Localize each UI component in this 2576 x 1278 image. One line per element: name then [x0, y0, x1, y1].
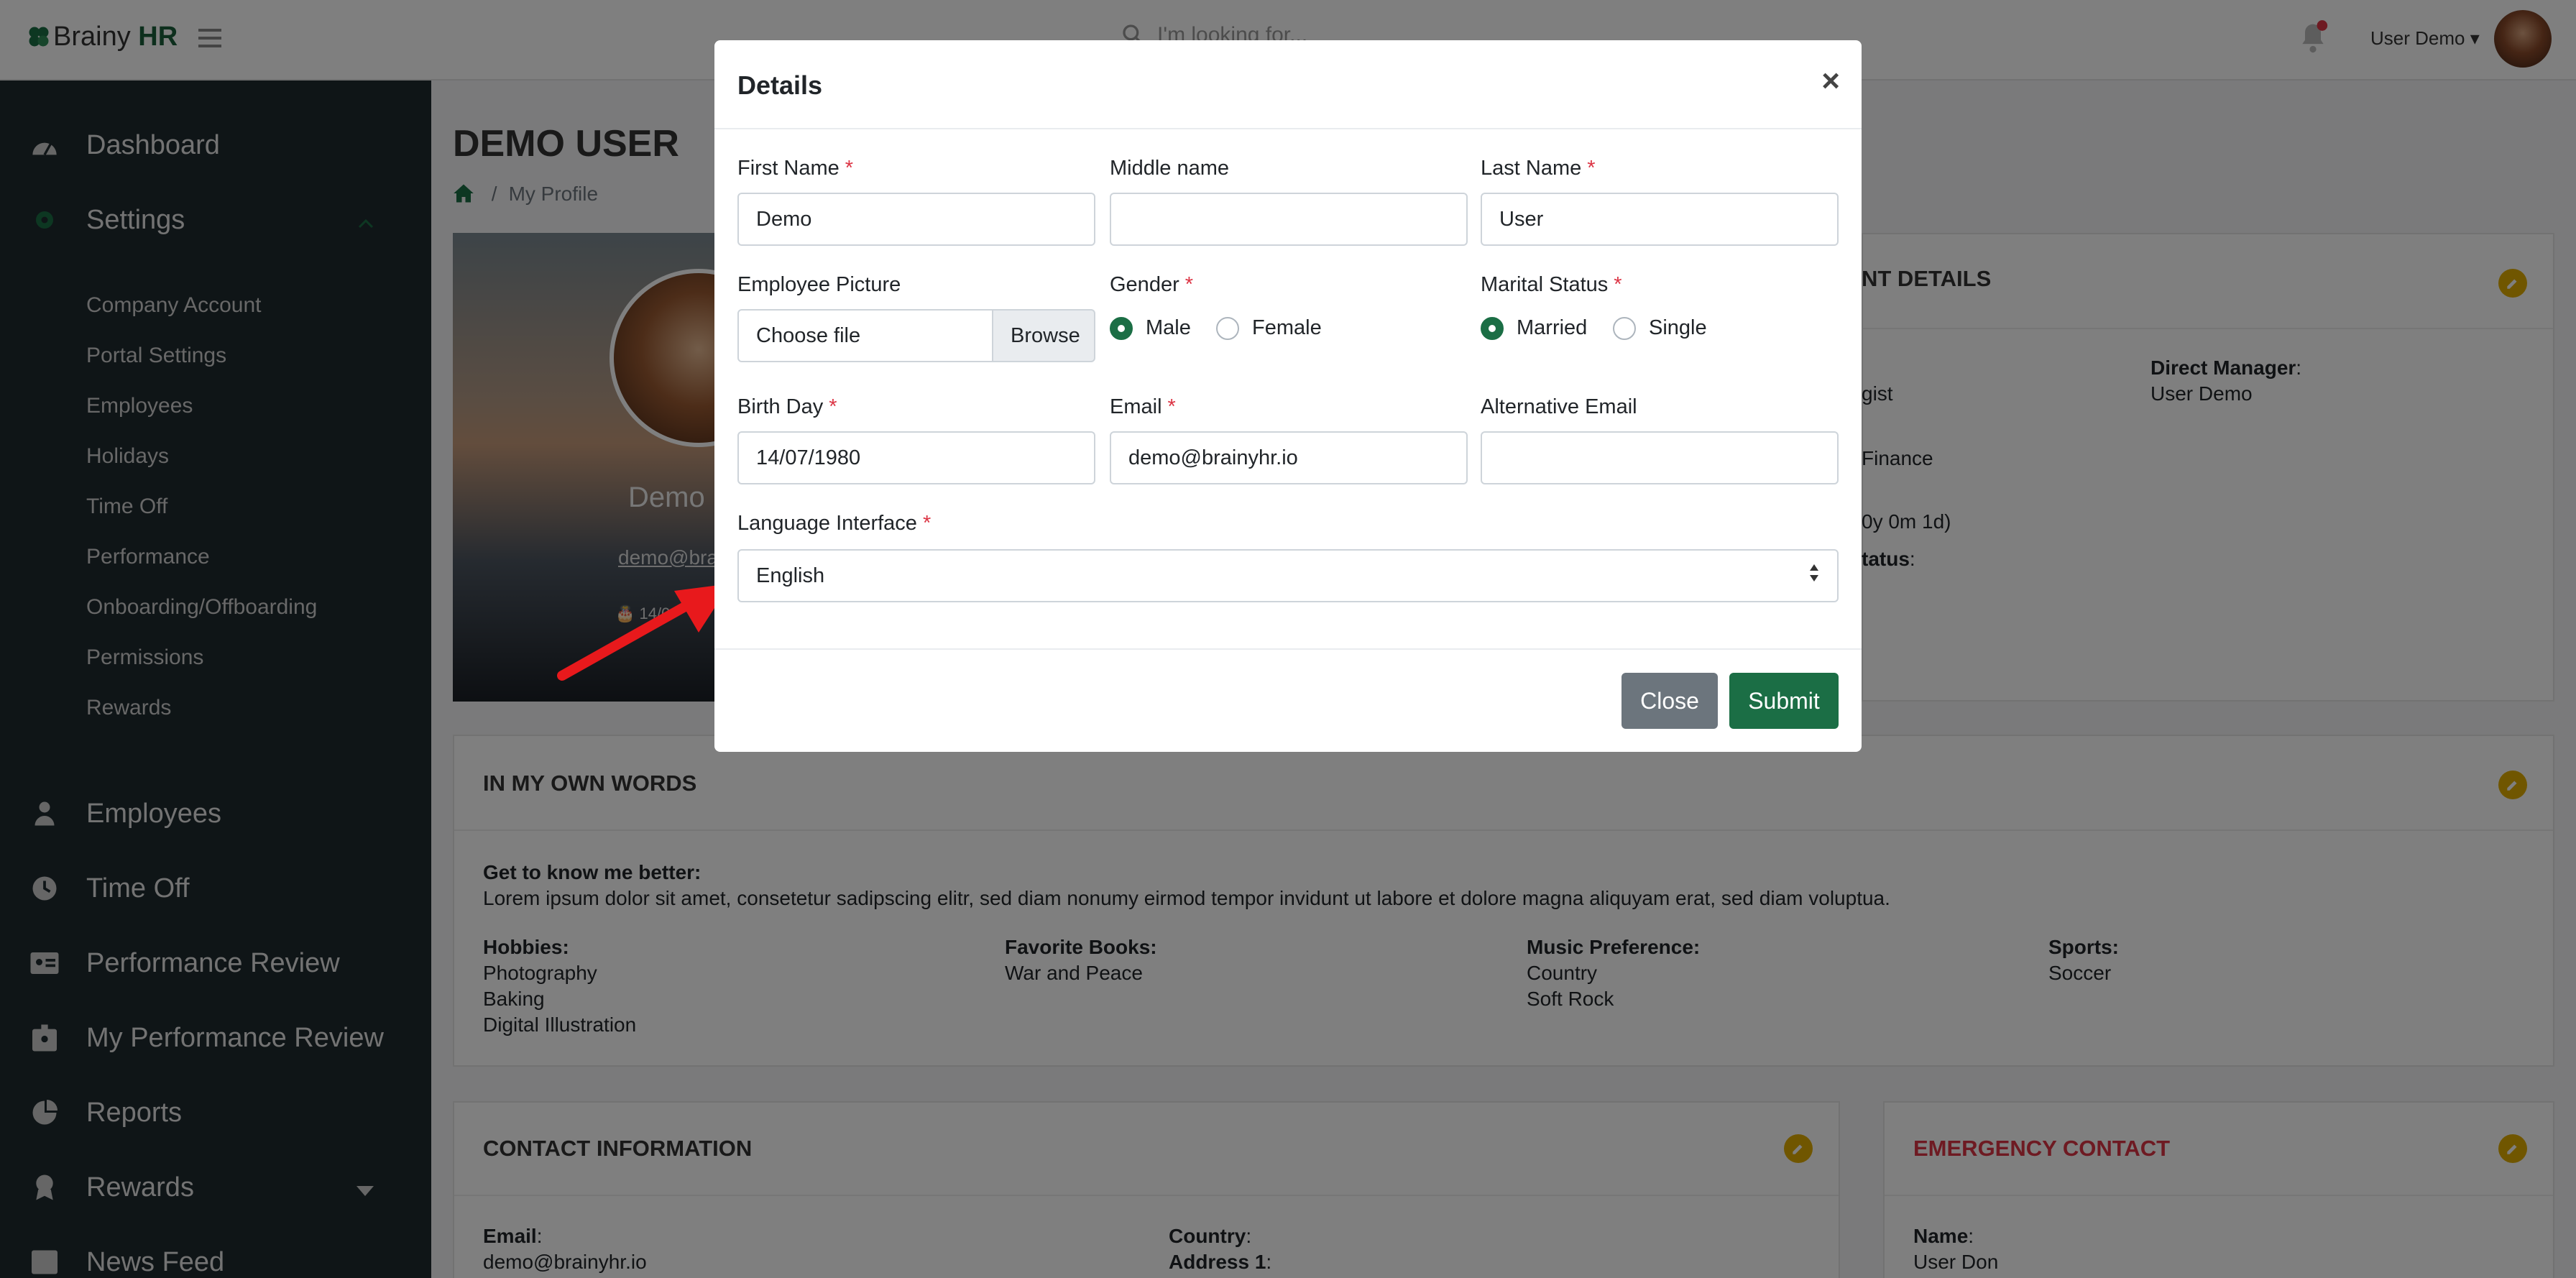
middle-name-label: Middle name: [1110, 157, 1230, 180]
radio-label: Male: [1146, 316, 1191, 339]
birthday-label-text: Birth Day: [737, 395, 824, 418]
select-arrows-icon: [1808, 563, 1820, 589]
last-name-label-text: Last Name: [1481, 157, 1582, 180]
first-name-label-text: First Name: [737, 157, 840, 180]
file-input[interactable]: Choose file: [737, 309, 993, 362]
radio-label: Married: [1517, 316, 1588, 339]
marital-status-label: Marital Status *: [1481, 273, 1622, 297]
close-icon[interactable]: ×: [1821, 63, 1840, 99]
radio-label: Female: [1252, 316, 1322, 339]
required-asterisk: *: [1614, 273, 1622, 296]
email-field[interactable]: demo@brainyhr.io: [1110, 431, 1468, 484]
first-name-label: First Name *: [737, 157, 853, 180]
modal-footer-divider: [714, 648, 1862, 650]
last-name-label: Last Name *: [1481, 157, 1596, 180]
gender-label-text: Gender: [1110, 273, 1179, 296]
required-asterisk: *: [1184, 273, 1194, 296]
birthday-field[interactable]: 14/07/1980: [737, 431, 1095, 484]
middle-name-field[interactable]: [1110, 193, 1468, 246]
marital-status-label-text: Marital Status: [1481, 273, 1609, 296]
birthday-label: Birth Day *: [737, 395, 837, 419]
modal-header: Details ×: [714, 40, 1862, 129]
gender-label: Gender *: [1110, 273, 1193, 297]
alt-email-label: Alternative Email: [1481, 395, 1637, 418]
required-asterisk: *: [922, 512, 932, 535]
radio-selected-icon: [1481, 316, 1504, 340]
last-name-field[interactable]: User: [1481, 193, 1839, 246]
radio-unselected-icon: [1613, 316, 1636, 340]
language-select[interactable]: English: [737, 549, 1839, 602]
browse-button[interactable]: Browse: [992, 309, 1095, 362]
modal-title: Details: [737, 70, 823, 100]
employee-picture-label: Employee Picture: [737, 273, 901, 296]
radio-label: Single: [1649, 316, 1707, 339]
required-asterisk: *: [1167, 395, 1176, 418]
gender-male-radio[interactable]: Male: [1110, 316, 1191, 340]
first-name-field[interactable]: Demo: [737, 193, 1095, 246]
alt-email-field[interactable]: [1481, 431, 1839, 484]
language-selected-value: English: [756, 564, 825, 587]
marital-single-radio[interactable]: Single: [1613, 316, 1707, 340]
language-label-text: Language Interface: [737, 512, 917, 535]
annotation-arrow-icon: [557, 584, 730, 681]
gender-female-radio[interactable]: Female: [1216, 316, 1322, 340]
email-label-text: Email: [1110, 395, 1162, 418]
required-asterisk: *: [1587, 157, 1596, 180]
marital-married-radio[interactable]: Married: [1481, 316, 1587, 340]
language-label: Language Interface *: [737, 512, 931, 535]
details-modal: Details × First Name * Demo Middle name L…: [714, 40, 1862, 752]
email-label: Email *: [1110, 395, 1176, 419]
close-button[interactable]: Close: [1622, 673, 1718, 729]
radio-selected-icon: [1110, 316, 1133, 340]
radio-unselected-icon: [1216, 316, 1239, 340]
submit-button[interactable]: Submit: [1729, 673, 1839, 729]
required-asterisk: *: [829, 395, 837, 418]
required-asterisk: *: [845, 157, 854, 180]
